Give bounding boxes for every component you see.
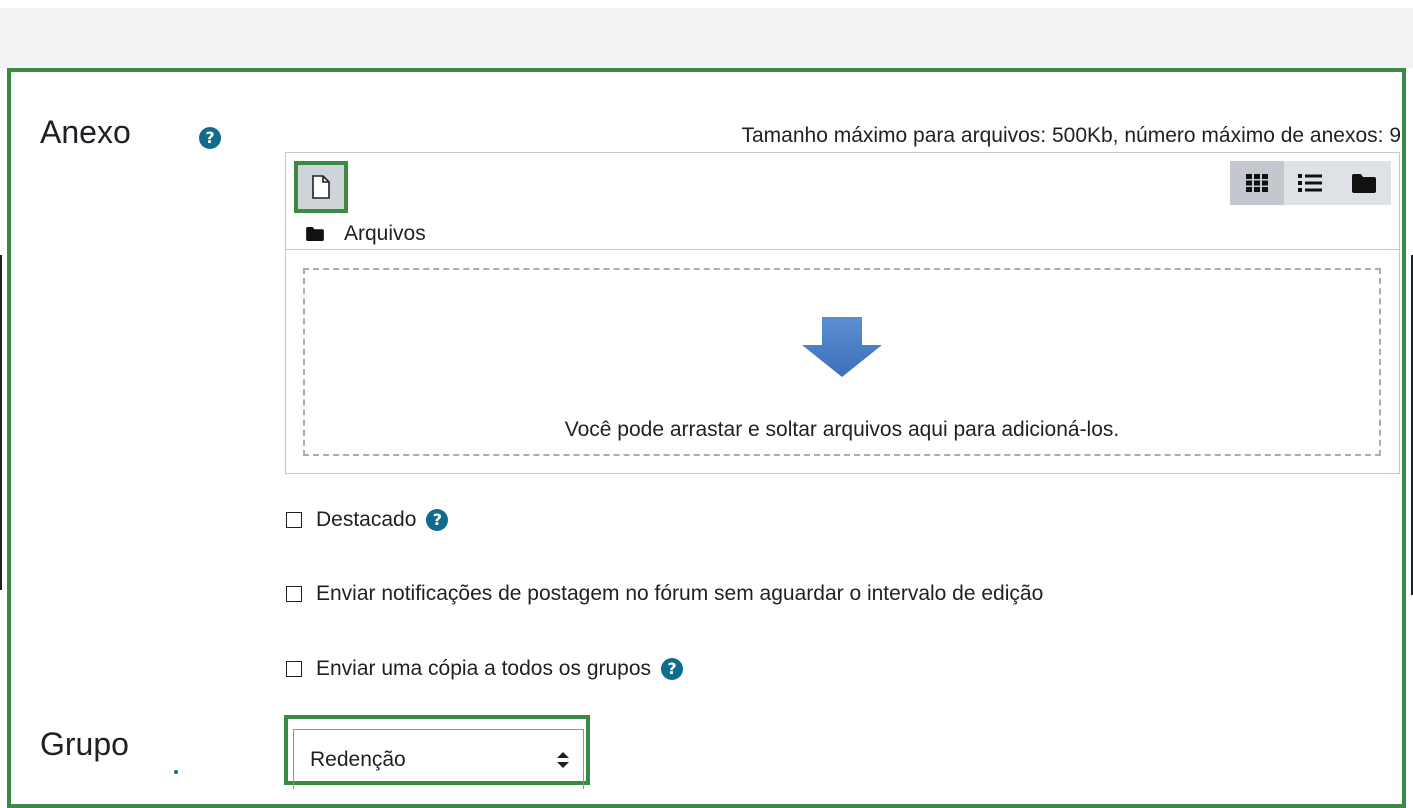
left-edge-line <box>0 255 2 590</box>
page-header-strip <box>0 8 1413 68</box>
highlight-outline <box>7 68 1406 808</box>
